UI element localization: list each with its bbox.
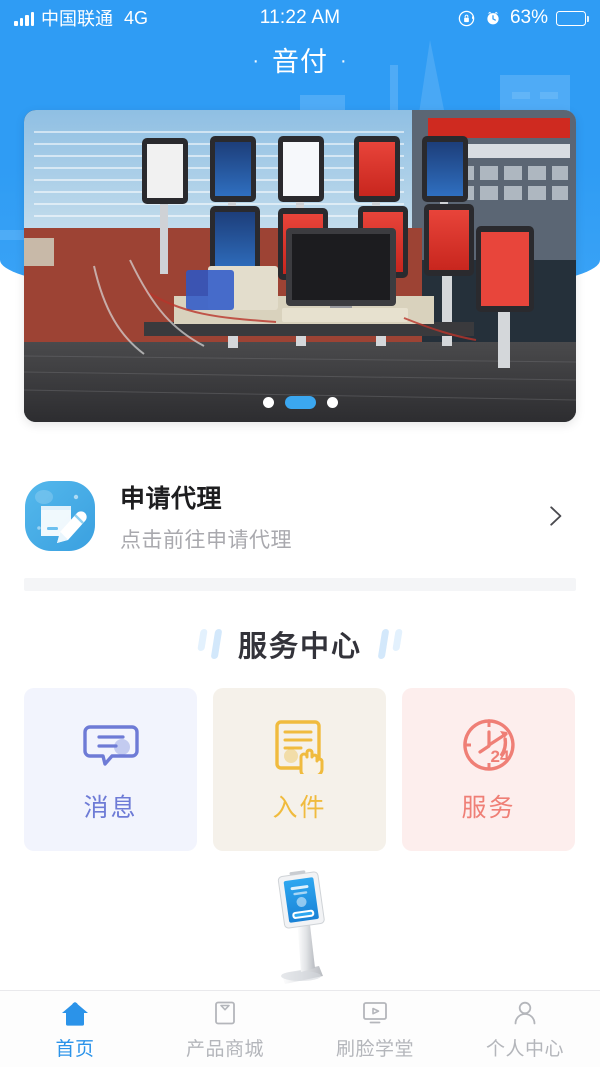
person-icon <box>514 1001 536 1024</box>
tab-label: 刷脸学堂 <box>335 1038 414 1060</box>
rotation-lock-icon <box>458 10 475 26</box>
service-card-label: 消息 <box>83 793 138 822</box>
banner-photo <box>24 110 576 422</box>
status-bar-right: 63% <box>457 7 589 29</box>
clock-24-badge-text: 24 <box>490 747 509 766</box>
battery-icon <box>556 10 589 26</box>
service-card-label: 入件 <box>272 793 327 822</box>
carousel-dot-3[interactable] <box>326 397 338 408</box>
app-title-text: 音付 <box>272 47 328 77</box>
carousel-dot-2[interactable] <box>284 396 316 409</box>
service-card-label: 服务 <box>461 793 516 822</box>
service-card-message[interactable]: 消息 <box>24 688 197 851</box>
title-dot-right: · <box>340 50 348 72</box>
shopping-bag-icon <box>215 1001 235 1024</box>
status-bar-left: 中国联通 4G <box>14 5 148 31</box>
app-screen: 中国联通 4G 11:22 AM 63% · 音付 · 申请代理 点击前往申请代… <box>0 0 600 1067</box>
document-pencil-icon <box>25 481 95 551</box>
battery-percent-label: 63% <box>509 7 548 28</box>
carrier-label: 中国联通 <box>41 9 113 29</box>
signal-bars-icon <box>14 11 34 26</box>
clock-24-icon: 24 <box>462 718 515 771</box>
bottom-tab-bar: 首页 产品商城 刷脸学堂 个人中心 <box>0 990 600 1067</box>
apply-agent-text: 申请代理 点击前往申请代理 <box>120 479 542 554</box>
service-card-support[interactable]: 24 服务 <box>402 688 575 851</box>
promo-banner[interactable] <box>24 110 576 422</box>
service-center-title: 服务中心 <box>237 631 362 663</box>
service-center-header: 服务中心 <box>0 623 600 665</box>
carousel-dot-1[interactable] <box>262 397 274 408</box>
page-title: · 音付 · <box>0 40 600 79</box>
status-bar: 中国联通 4G 11:22 AM 63% <box>0 0 600 36</box>
network-type-label: 4G <box>124 7 149 28</box>
tab-home[interactable]: 首页 <box>0 991 150 1067</box>
section-divider <box>24 578 576 591</box>
service-card-grid: 消息 入件 24 服务 <box>24 688 576 851</box>
document-hand-icon <box>274 719 323 774</box>
tab-label: 首页 <box>55 1038 95 1060</box>
tab-face-academy[interactable]: 刷脸学堂 <box>300 991 450 1067</box>
chevron-right-icon[interactable] <box>542 503 568 529</box>
tab-profile[interactable]: 个人中心 <box>450 991 600 1067</box>
tab-product-mall[interactable]: 产品商城 <box>150 991 300 1067</box>
message-bubble-icon <box>82 724 139 766</box>
carousel-dots[interactable] <box>24 396 576 409</box>
tab-label: 个人中心 <box>485 1038 564 1060</box>
kiosk-terminal-icon <box>277 870 325 984</box>
video-monitor-icon <box>363 1001 387 1023</box>
title-dot-left: · <box>252 50 260 72</box>
apply-agent-title: 申请代理 <box>120 484 223 513</box>
alarm-clock-icon <box>487 11 499 25</box>
double-bar-icon-right <box>377 629 403 659</box>
apply-agent-row[interactable]: 申请代理 点击前往申请代理 <box>0 466 600 566</box>
home-icon <box>62 1001 88 1026</box>
double-bar-icon-left <box>197 629 223 659</box>
service-card-apply[interactable]: 入件 <box>213 688 386 851</box>
product-showcase <box>0 866 600 984</box>
apply-agent-subtitle: 点击前往申请代理 <box>120 528 292 552</box>
tab-label: 产品商城 <box>185 1038 264 1060</box>
